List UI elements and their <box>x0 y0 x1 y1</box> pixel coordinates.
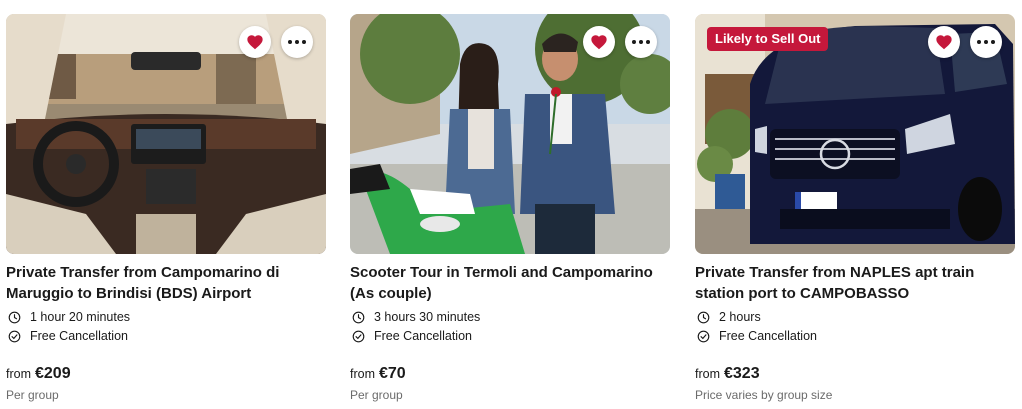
price-prefix: from <box>6 367 31 381</box>
clock-icon <box>697 311 710 323</box>
price-amount: €70 <box>379 365 406 382</box>
product-card-1[interactable]: Private Transfer from Campomarino di Mar… <box>6 0 336 409</box>
more-options-icon <box>977 40 995 44</box>
price-row: from €323 <box>695 365 760 383</box>
clock-icon <box>8 311 21 323</box>
duration-row: 1 hour 20 minutes <box>6 310 326 324</box>
price-prefix: from <box>350 367 375 381</box>
duration-row: 2 hours <box>695 310 1015 324</box>
more-options-button[interactable] <box>625 26 657 58</box>
more-options-button[interactable] <box>970 26 1002 58</box>
price-row: from €209 <box>6 365 71 383</box>
price-amount: €209 <box>35 365 71 382</box>
check-circle-icon <box>8 330 21 342</box>
duration-text: 3 hours 30 minutes <box>374 310 481 324</box>
more-options-icon <box>632 40 650 44</box>
duration-text: 2 hours <box>719 310 761 324</box>
price-amount: €323 <box>724 365 760 382</box>
card-image[interactable]: Likely to Sell Out <box>695 14 1015 254</box>
more-options-button[interactable] <box>281 26 313 58</box>
heart-icon <box>936 35 952 50</box>
duration-row: 3 hours 30 minutes <box>350 310 670 324</box>
scooter-couple-image <box>350 14 670 254</box>
duration-text: 1 hour 20 minutes <box>30 310 131 324</box>
product-card-3[interactable]: Likely to Sell Out Private Transfer from… <box>695 0 1022 409</box>
card-title[interactable]: Private Transfer from NAPLES apt train s… <box>695 262 1015 304</box>
heart-icon <box>247 35 263 50</box>
card-title[interactable]: Private Transfer from Campomarino di Mar… <box>6 262 326 304</box>
favorite-button[interactable] <box>583 26 615 58</box>
product-card-2[interactable]: Scooter Tour in Termoli and Campomarino … <box>350 0 680 409</box>
card-title[interactable]: Scooter Tour in Termoli and Campomarino … <box>350 262 670 304</box>
card-image[interactable] <box>6 14 326 254</box>
car-interior-image <box>6 14 326 254</box>
favorite-button[interactable] <box>928 26 960 58</box>
check-circle-icon <box>697 330 710 342</box>
price-note: Price varies by group size <box>695 388 833 402</box>
price-note: Per group <box>6 388 59 402</box>
cancellation-row: Free Cancellation <box>350 329 670 343</box>
price-note: Per group <box>350 388 403 402</box>
clock-icon <box>352 311 365 323</box>
cancellation-text: Free Cancellation <box>374 329 472 343</box>
price-prefix: from <box>695 367 720 381</box>
cancellation-row: Free Cancellation <box>695 329 1015 343</box>
card-image[interactable] <box>350 14 670 254</box>
favorite-button[interactable] <box>239 26 271 58</box>
price-row: from €70 <box>350 365 406 383</box>
likely-to-sell-out-badge: Likely to Sell Out <box>707 27 829 51</box>
cancellation-text: Free Cancellation <box>719 329 817 343</box>
cancellation-text: Free Cancellation <box>30 329 128 343</box>
heart-icon <box>591 35 607 50</box>
cancellation-row: Free Cancellation <box>6 329 326 343</box>
check-circle-icon <box>352 330 365 342</box>
more-options-icon <box>288 40 306 44</box>
